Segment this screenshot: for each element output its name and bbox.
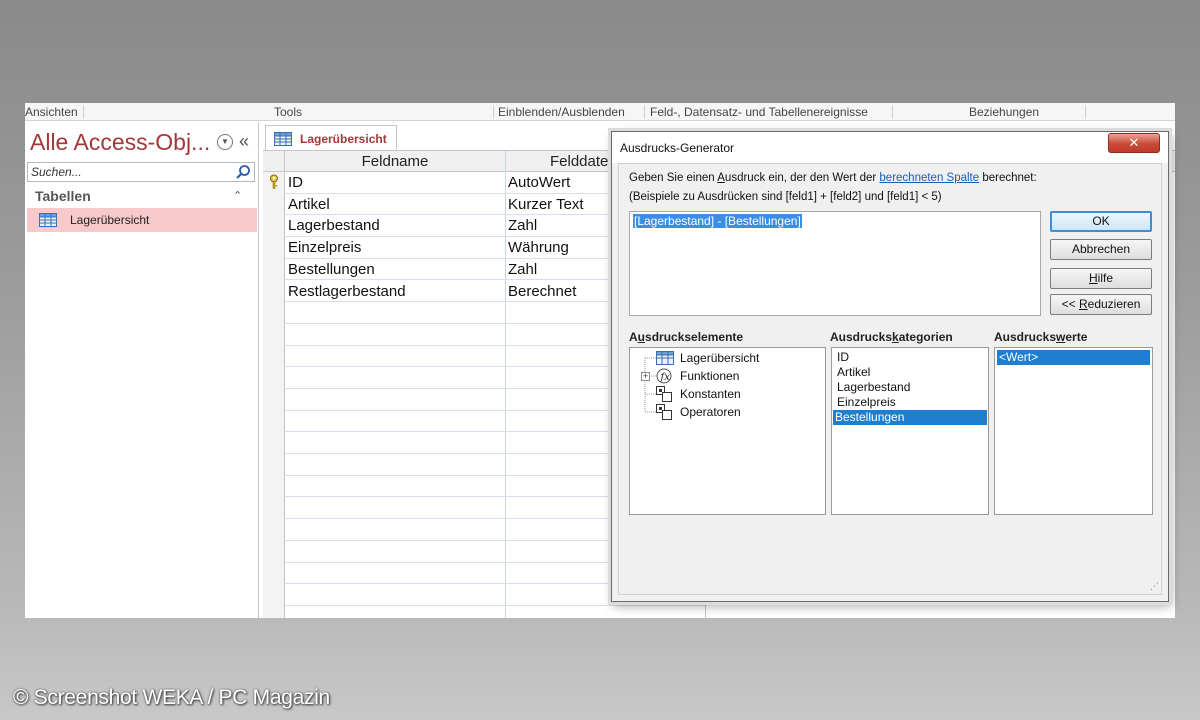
tab-label: Lagerübersicht (300, 132, 387, 146)
category-item[interactable]: Bestellungen (833, 410, 987, 425)
field-type-cell[interactable]: Zahl (508, 261, 537, 278)
tree-item-lageruebersicht[interactable]: Lagerübersicht (680, 351, 759, 365)
function-icon: fx (656, 368, 672, 384)
values-list[interactable]: <Wert> (994, 347, 1153, 515)
ribbon-group-einblenden: Einblenden/Ausblenden (498, 105, 625, 119)
resize-grip-icon[interactable]: ⋰ (1150, 581, 1159, 592)
table-icon (274, 132, 292, 146)
category-item[interactable]: ID (835, 350, 851, 365)
tree-item-operatoren[interactable]: Operatoren (680, 405, 741, 419)
categories-label: Ausdruckskategorien (830, 330, 953, 344)
copyright-watermark: © Screenshot WEKA / PC Magazin (13, 686, 330, 709)
tab-lageruebersicht[interactable]: Lagerübersicht (265, 125, 397, 150)
search-placeholder: Suchen... (31, 165, 82, 179)
close-button[interactable]: ✕ (1108, 133, 1160, 153)
field-name-cell[interactable]: Artikel (288, 196, 330, 213)
field-type-cell[interactable]: Währung (508, 239, 569, 256)
chevron-down-icon[interactable]: ▼ (217, 134, 233, 150)
svg-text:fx: fx (660, 372, 671, 383)
dialog-title: Ausdrucks-Generator (620, 141, 735, 155)
search-icon[interactable] (235, 164, 251, 180)
ribbon-group-labels: Ansichten Tools Einblenden/Ausblenden Fe… (25, 103, 1175, 121)
category-item[interactable]: Einzelpreis (835, 395, 898, 410)
example-text: (Beispiele zu Ausdrücken sind [feld1] + … (629, 191, 942, 203)
grid-corner[interactable] (263, 151, 285, 172)
field-name-cell[interactable]: Restlagerbestand (288, 283, 406, 300)
collapse-pane-icon[interactable]: « (239, 131, 249, 152)
dialog-titlebar[interactable]: Ausdrucks-Generator ✕ (612, 132, 1168, 163)
ribbon-group-beziehungen: Beziehungen (969, 105, 1040, 119)
calculated-column-link[interactable]: berechneten Spalte (879, 172, 979, 184)
nav-item-lageruebersicht[interactable]: Lagerübersicht (27, 208, 257, 232)
navigation-pane: Alle Access-Obj... ▼ « Suchen... Tabelle… (25, 122, 259, 618)
category-item[interactable]: Lagerbestand (835, 380, 912, 395)
categories-list[interactable]: ID Artikel Lagerbestand Einzelpreis Bestellu… (831, 347, 989, 515)
field-type-cell[interactable]: Kurzer Text (508, 196, 584, 213)
nav-search-input[interactable]: Suchen... (27, 162, 255, 182)
expression-builder-dialog: Ausdrucks-Generator ✕ Geben Sie einen Au… (611, 131, 1169, 602)
field-name-cell[interactable]: Bestellungen (288, 261, 375, 278)
expression-input[interactable]: [Lagerbestand] - [Bestellungen] (629, 211, 1041, 316)
elements-tree[interactable]: Lagerübersicht + fx Funktionen Konstante… (629, 347, 826, 515)
nav-pane-title[interactable]: Alle Access-Obj... (30, 129, 210, 156)
value-item[interactable]: <Wert> (997, 350, 1150, 365)
field-type-cell[interactable]: AutoWert (508, 174, 570, 191)
column-header-feldname[interactable]: Feldname (285, 153, 505, 170)
table-icon (39, 213, 57, 227)
reduce-button[interactable]: << Reduzieren (1050, 294, 1152, 315)
dialog-body: Geben Sie einen Ausdruck ein, der den We… (618, 163, 1162, 595)
instruction-text: Geben Sie einen Ausdruck ein, der den We… (629, 172, 1037, 184)
row-selector-column (263, 172, 285, 618)
tree-item-konstanten[interactable]: Konstanten (680, 387, 741, 401)
constants-icon (656, 386, 672, 402)
expression-text: [Lagerbestand] - [Bestellungen] (633, 214, 802, 228)
expand-icon[interactable]: + (641, 372, 650, 381)
ribbon-group-ansichten: Ansichten (25, 105, 78, 119)
operators-icon (656, 404, 672, 420)
field-name-cell[interactable]: Lagerbestand (288, 217, 380, 234)
elements-label: Ausdruckselemente (629, 330, 744, 344)
ribbon-group-ereignisse: Feld-, Datensatz- und Tabellenereignisse (650, 105, 868, 119)
cancel-button[interactable]: Abbrechen (1050, 239, 1152, 260)
field-type-cell[interactable]: Berechnet (508, 283, 576, 300)
category-item[interactable]: Artikel (835, 365, 872, 380)
nav-item-label: Lagerübersicht (70, 213, 150, 227)
ribbon-group-tools: Tools (274, 105, 303, 119)
nav-category-tabellen[interactable]: Tabellen (35, 188, 91, 204)
chevron-up-icon[interactable]: ⌃ (233, 189, 242, 202)
field-type-cell[interactable]: Zahl (508, 217, 537, 234)
help-button[interactable]: Hilfe (1050, 268, 1152, 289)
ok-button[interactable]: OK (1050, 211, 1152, 232)
values-label: Ausdruckswerte (994, 330, 1088, 344)
field-name-cell[interactable]: Einzelpreis (288, 239, 361, 256)
field-name-cell[interactable]: ID (288, 174, 303, 191)
primary-key-icon (270, 174, 278, 189)
table-icon (656, 351, 674, 365)
tree-item-funktionen[interactable]: Funktionen (680, 369, 739, 383)
